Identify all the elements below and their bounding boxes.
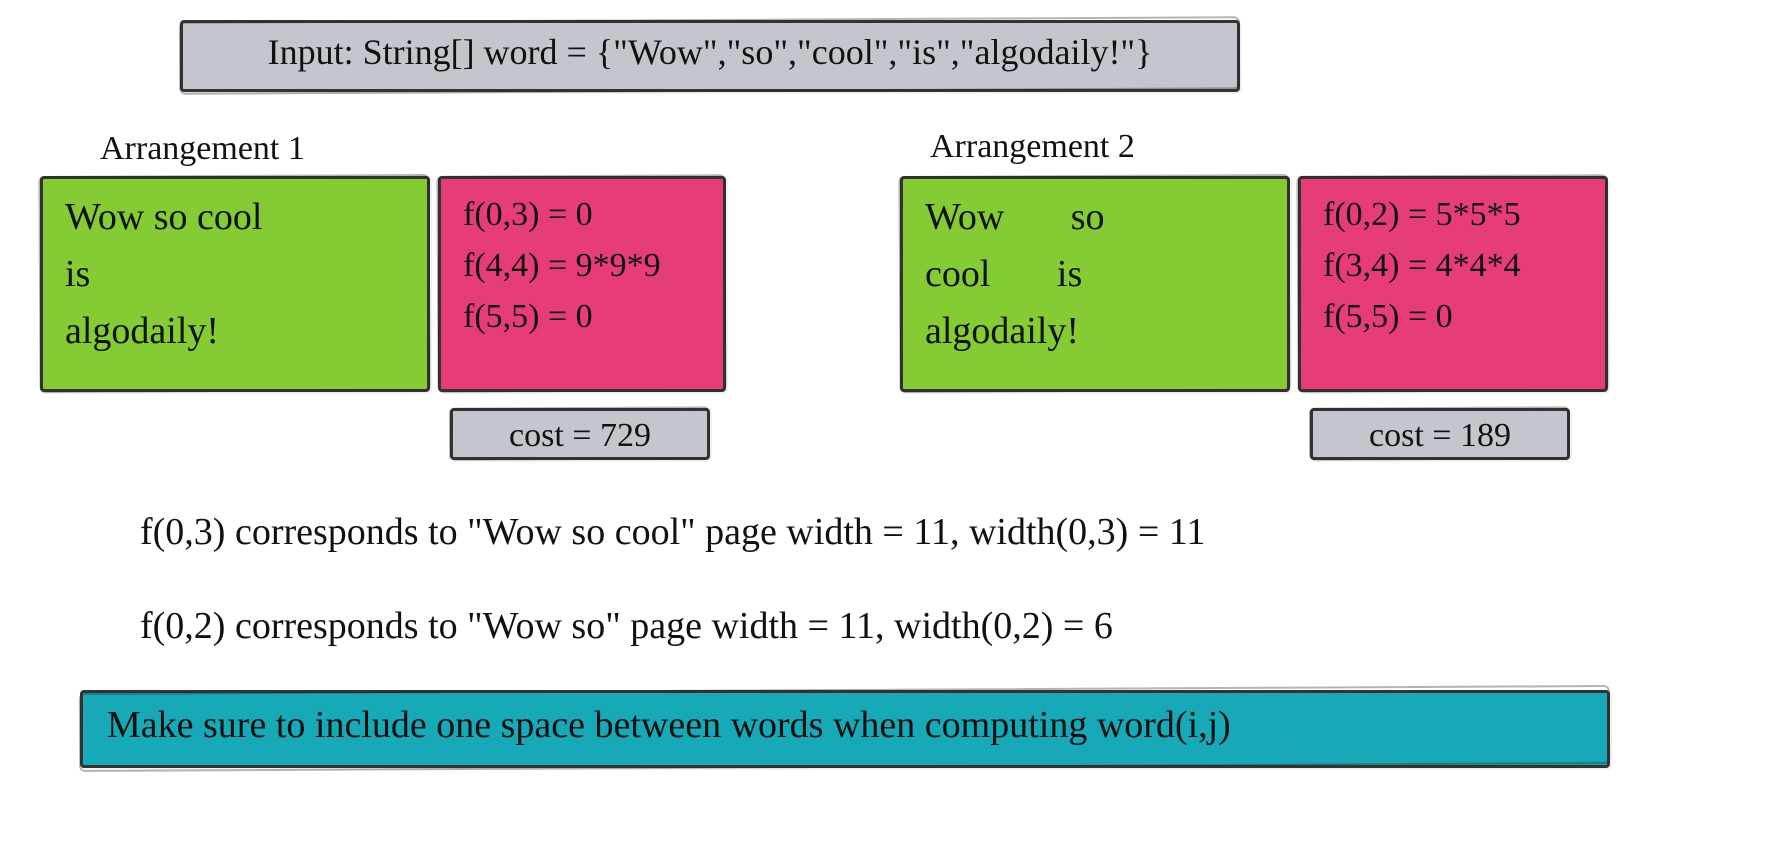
- arrangement-1-cost-box: cost = 729: [450, 408, 710, 460]
- arrangement-2-words: Wow so cool is algodaily!: [903, 179, 1287, 370]
- arrangement-1-words-box: Wow so cool is algodaily!: [40, 176, 430, 392]
- arrangement-2-calc: f(0,2) = 5*5*5 f(3,4) = 4*4*4 f(5,5) = 0: [1301, 179, 1605, 352]
- explanation-line-2: f(0,2) corresponds to "Wow so" page widt…: [140, 604, 1113, 648]
- arrangement-1-words: Wow so cool is algodaily!: [43, 179, 427, 370]
- arrangement-1-calc-box: f(0,3) = 0 f(4,4) = 9*9*9 f(5,5) = 0: [438, 176, 726, 392]
- note-text: Make sure to include one space between w…: [83, 693, 1607, 757]
- input-text: Input: String[] word = {"Wow","so","cool…: [183, 23, 1237, 81]
- input-box: Input: String[] word = {"Wow","so","cool…: [180, 20, 1240, 92]
- arrangement-2-words-box: Wow so cool is algodaily!: [900, 176, 1290, 392]
- arrangement-1-label: Arrangement 1: [100, 130, 305, 168]
- arrangement-2-label: Arrangement 2: [930, 128, 1135, 166]
- arrangement-2-cost: cost = 189: [1313, 411, 1567, 461]
- arrangement-1-cost: cost = 729: [453, 411, 707, 461]
- arrangement-2-calc-box: f(0,2) = 5*5*5 f(3,4) = 4*4*4 f(5,5) = 0: [1298, 176, 1608, 392]
- arrangement-2-cost-box: cost = 189: [1310, 408, 1570, 460]
- arrangement-1-calc: f(0,3) = 0 f(4,4) = 9*9*9 f(5,5) = 0: [441, 179, 723, 352]
- note-box: Make sure to include one space between w…: [80, 690, 1610, 768]
- explanation-line-1: f(0,3) corresponds to "Wow so cool" page…: [140, 510, 1205, 554]
- diagram-canvas: Input: String[] word = {"Wow","so","cool…: [20, 20, 1749, 831]
